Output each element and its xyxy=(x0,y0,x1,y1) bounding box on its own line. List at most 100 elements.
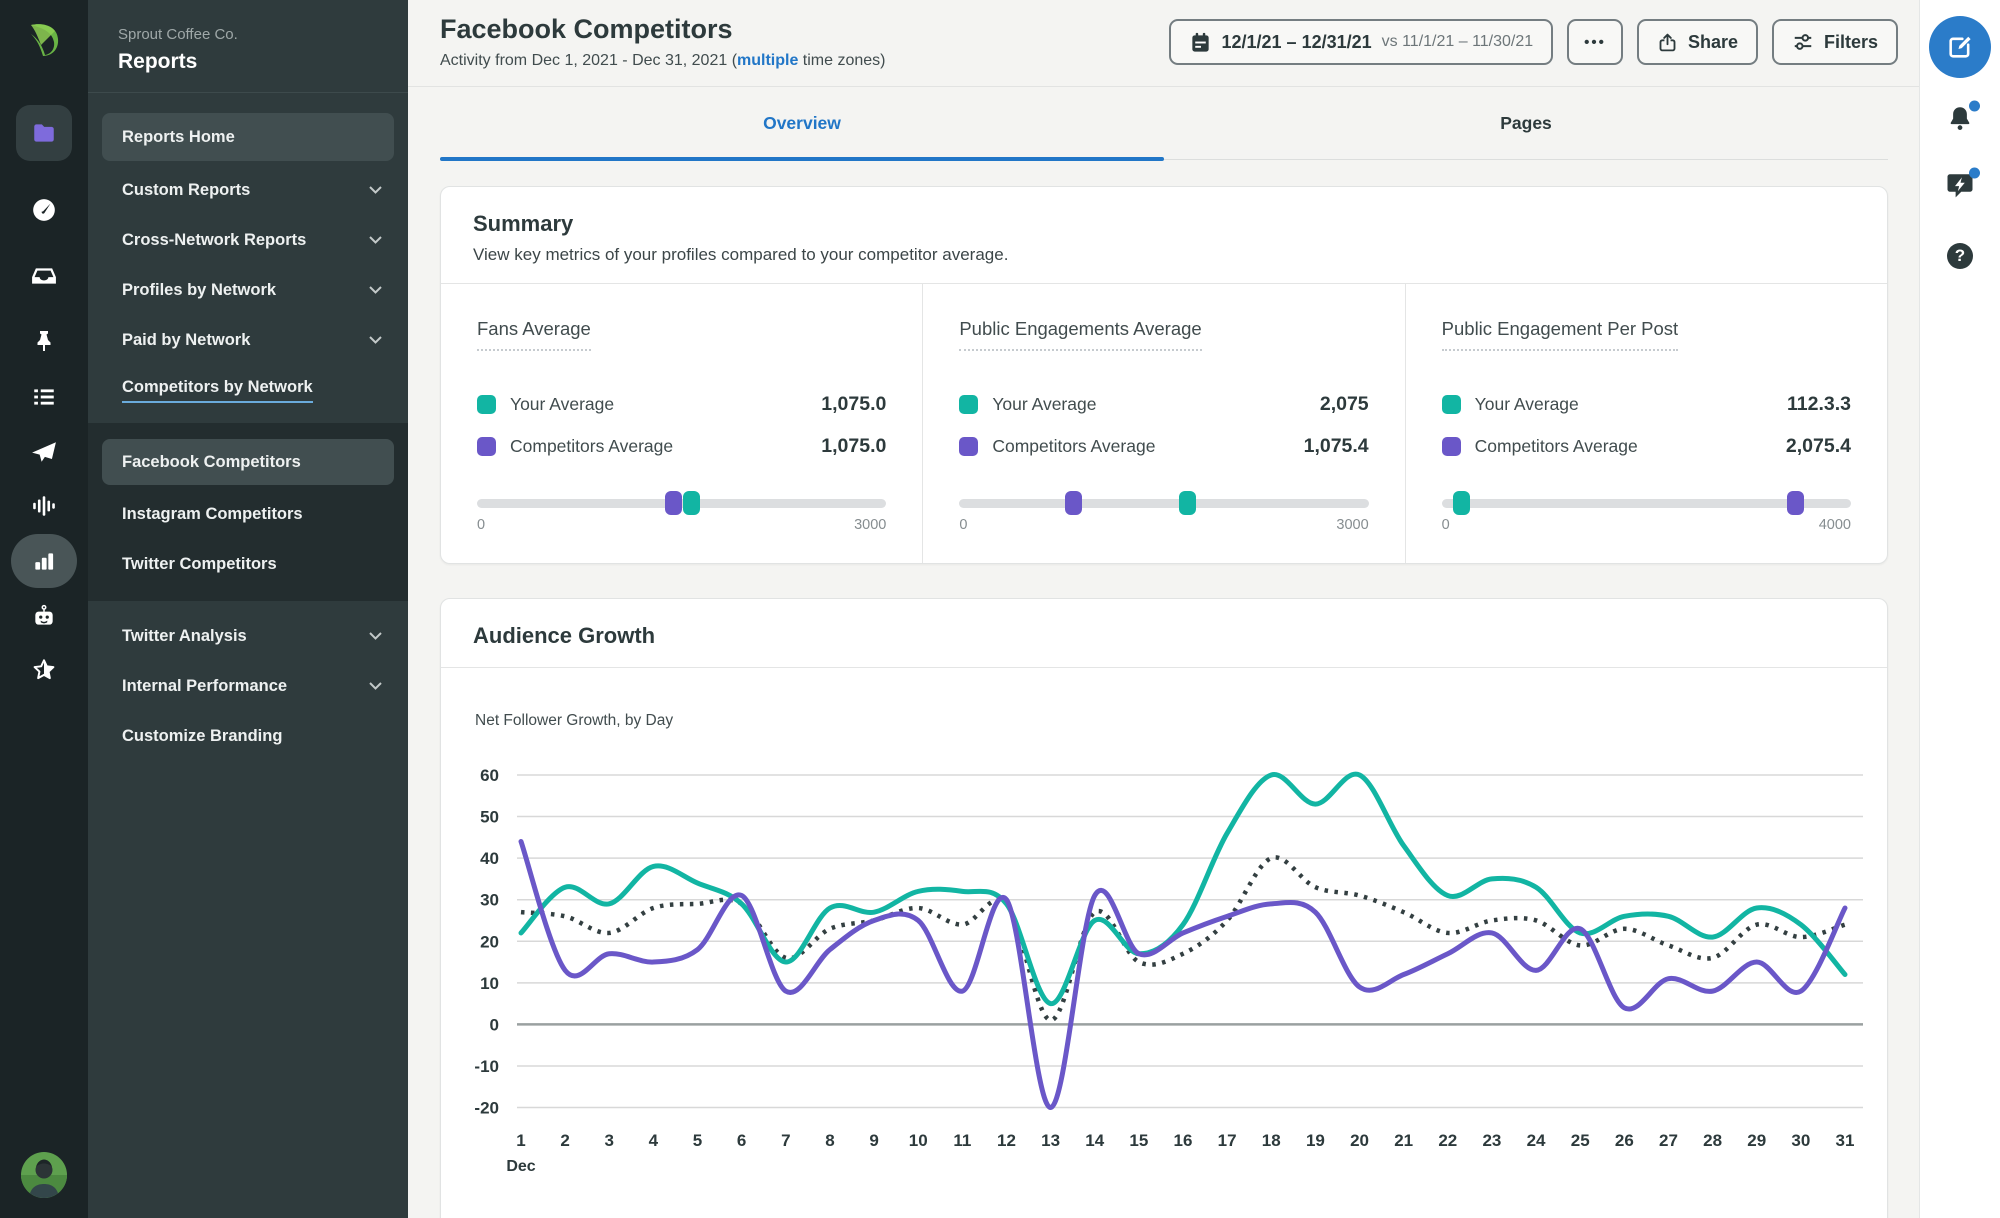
notification-badge xyxy=(1969,100,1980,112)
sidebar-item-label: Reports Home xyxy=(122,127,235,146)
messages-badge xyxy=(1969,167,1980,179)
filters-button[interactable]: Filters xyxy=(1771,19,1898,65)
svg-text:25: 25 xyxy=(1571,1131,1590,1150)
svg-text:2: 2 xyxy=(560,1131,569,1150)
metric-title[interactable]: Public Engagements Average xyxy=(959,318,1202,351)
metric-fans-average: Fans Average Your Average 1,075.0 Competi… xyxy=(441,284,922,563)
legend-value: 1,075.0 xyxy=(821,392,887,415)
svg-text:20: 20 xyxy=(480,932,499,951)
messages-button[interactable] xyxy=(1945,167,1980,206)
tab-pages[interactable]: Pages xyxy=(1164,87,1888,159)
legend-row: Competitors Average 1,075.4 xyxy=(959,425,1369,467)
sidebar-item-custom-reports[interactable]: Custom Reports xyxy=(88,165,408,215)
your-average-swatch xyxy=(477,394,496,414)
range-indicator: 0 4000 xyxy=(1441,491,1851,533)
user-avatar[interactable] xyxy=(21,1152,67,1198)
svg-text:50: 50 xyxy=(480,808,499,827)
date-range-value: 12/1/21 – 12/31/21 xyxy=(1221,31,1372,52)
multiple-timezones-link[interactable]: multiple xyxy=(737,52,798,69)
slider-handle xyxy=(1178,491,1196,515)
company-name: Sprout Coffee Co. xyxy=(118,26,238,43)
svg-text:17: 17 xyxy=(1218,1131,1237,1150)
sidebar-item-customize-branding[interactable]: Customize Branding xyxy=(88,711,408,761)
audience-growth-header: Audience Growth xyxy=(441,599,1887,668)
competitors-average-swatch xyxy=(477,436,496,456)
sidebar-item-internal-performance[interactable]: Internal Performance xyxy=(88,661,408,711)
sidebar-item-reports-home[interactable]: Reports Home xyxy=(102,113,394,161)
rail-reports-folder[interactable] xyxy=(16,105,72,161)
slider-handle xyxy=(664,491,682,515)
gauge-icon[interactable] xyxy=(31,197,57,223)
svg-text:3: 3 xyxy=(605,1131,614,1150)
sidebar-item-facebook-competitors[interactable]: Facebook Competitors xyxy=(102,439,394,485)
legend-value: 2,075 xyxy=(1319,392,1369,415)
svg-text:13: 13 xyxy=(1041,1131,1060,1150)
chevron-down-icon xyxy=(369,236,382,244)
sidebar-item-label: Internal Performance xyxy=(122,676,288,695)
bot-icon[interactable] xyxy=(31,603,57,629)
sidebar-item-cross-network-reports[interactable]: Cross-Network Reports xyxy=(88,215,408,265)
help-button[interactable]: ? xyxy=(1947,243,1973,269)
sidebar-item-twitter-analysis[interactable]: Twitter Analysis xyxy=(88,611,408,661)
waveform-icon[interactable] xyxy=(31,493,57,519)
chevron-down-icon xyxy=(369,336,382,344)
notifications-button[interactable] xyxy=(1945,100,1980,139)
sidebar-item-twitter-competitors[interactable]: Twitter Competitors xyxy=(88,539,408,589)
svg-text:6: 6 xyxy=(737,1131,746,1150)
share-button[interactable]: Share xyxy=(1636,19,1758,65)
sidebar-item-label: Competitors by Network xyxy=(122,378,313,403)
list-icon[interactable] xyxy=(31,384,57,410)
share-label: Share xyxy=(1687,31,1738,52)
rail-reports-active[interactable] xyxy=(11,534,77,588)
svg-text:22: 22 xyxy=(1438,1131,1457,1150)
sidebar-item-paid-by-network[interactable]: Paid by Network xyxy=(88,315,408,365)
your-average-swatch xyxy=(1441,394,1461,414)
reports-sidebar: Sprout Coffee Co. Reports Reports Home C… xyxy=(88,0,408,1218)
sprout-logo-icon[interactable] xyxy=(23,19,65,61)
chevron-down-icon xyxy=(369,186,382,194)
compose-button[interactable] xyxy=(1929,16,1991,78)
legend-row: Competitors Average 2,075.4 xyxy=(1441,425,1851,467)
pin-icon[interactable] xyxy=(32,329,56,353)
summary-card: Summary View key metrics of your profile… xyxy=(440,186,1888,564)
slider-max: 4000 xyxy=(1818,517,1851,533)
metric-public-engagements-average: Public Engagements Average Your Average 2… xyxy=(922,284,1404,563)
tab-overview[interactable]: Overview xyxy=(440,87,1164,159)
svg-text:7: 7 xyxy=(781,1131,790,1150)
svg-text:19: 19 xyxy=(1306,1131,1325,1150)
more-options-button[interactable]: ••• xyxy=(1567,19,1623,65)
slider-max: 3000 xyxy=(1336,517,1369,533)
svg-text:0: 0 xyxy=(490,1015,499,1034)
sidebar-item-competitors-by-network[interactable]: Competitors by Network xyxy=(88,365,408,415)
star-icon[interactable] xyxy=(31,657,57,683)
date-range-button[interactable]: 12/1/21 – 12/31/21 vs 11/1/21 – 11/30/21 xyxy=(1168,19,1554,65)
slider-min: 0 xyxy=(959,517,968,533)
svg-text:9: 9 xyxy=(869,1131,878,1150)
slider-min: 0 xyxy=(477,517,486,533)
slider-handle xyxy=(1787,491,1805,515)
metric-title[interactable]: Fans Average xyxy=(477,318,591,351)
svg-text:Dec: Dec xyxy=(506,1158,535,1175)
sidebar-item-label: Cross-Network Reports xyxy=(122,230,307,249)
slider-handle xyxy=(1064,491,1082,515)
svg-text:1: 1 xyxy=(516,1131,525,1150)
compose-icon xyxy=(1949,36,1971,58)
sidebar-item-instagram-competitors[interactable]: Instagram Competitors xyxy=(88,489,408,539)
line-chart: 6050403020100-10-201 2 3 4 5 6 7 8 9 10 11 12 13 14 15… xyxy=(474,766,1863,1175)
legend-label: Competitors Average xyxy=(510,435,674,456)
legend-row: Your Average 2,075 xyxy=(959,383,1369,425)
svg-text:26: 26 xyxy=(1615,1131,1634,1150)
filters-label: Filters xyxy=(1823,31,1878,52)
sidebar-item-profiles-by-network[interactable]: Profiles by Network xyxy=(88,265,408,315)
svg-text:15: 15 xyxy=(1129,1131,1148,1150)
svg-text:14: 14 xyxy=(1085,1131,1104,1150)
slider-track xyxy=(477,491,887,515)
paper-plane-icon[interactable] xyxy=(31,439,57,465)
summary-title: Summary xyxy=(473,211,574,236)
ellipsis-icon: ••• xyxy=(1584,33,1606,51)
audience-growth-card: Audience Growth Net Follower Growth, by … xyxy=(440,598,1888,1218)
inbox-icon[interactable] xyxy=(31,263,57,289)
svg-text:31: 31 xyxy=(1836,1131,1855,1150)
chart-metric-label: Net Follower Growth, by Day xyxy=(475,712,674,729)
metric-title[interactable]: Public Engagement Per Post xyxy=(1441,318,1679,351)
